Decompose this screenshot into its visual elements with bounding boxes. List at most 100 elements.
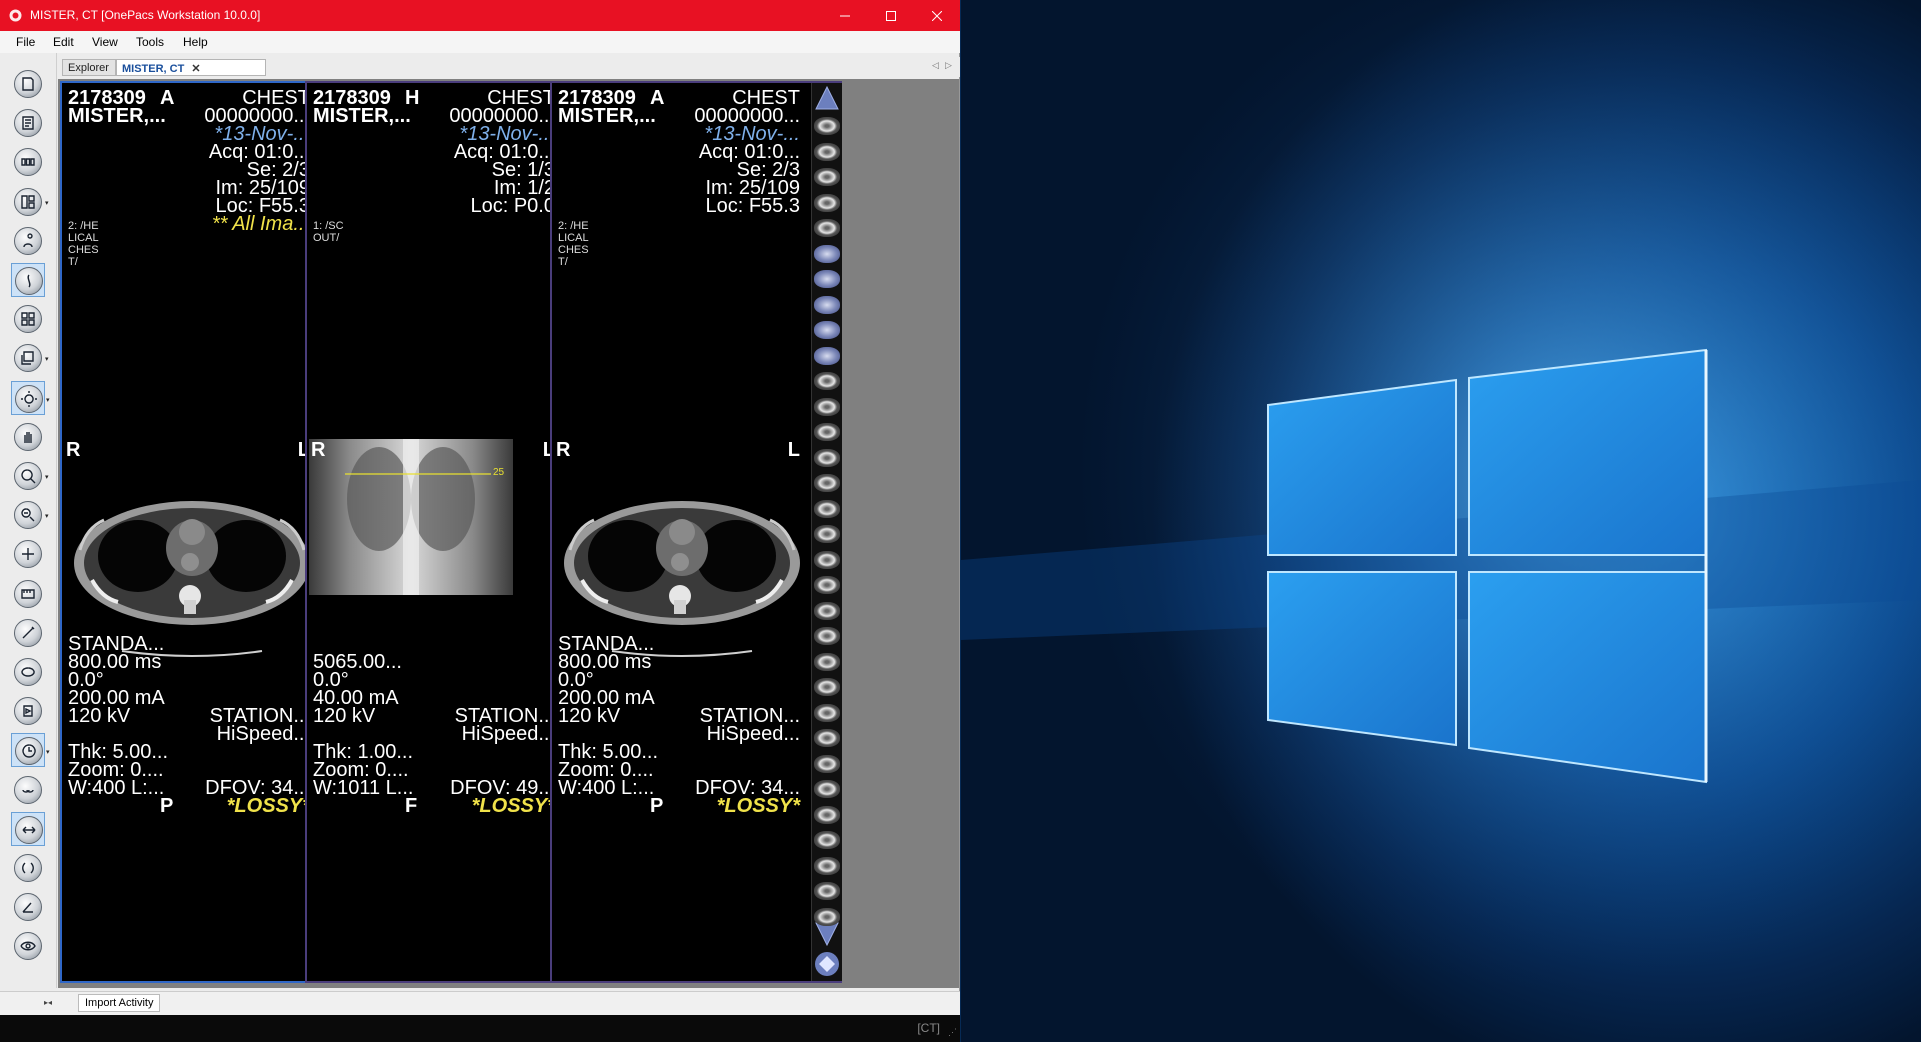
window-level-icon bbox=[27, 274, 31, 288]
slice-thumbnail[interactable] bbox=[814, 576, 840, 594]
tool-dropdown-icon[interactable]: ▾ bbox=[45, 199, 49, 207]
tool-stack-button[interactable]: ▾ bbox=[11, 341, 49, 375]
slice-thumbnail[interactable] bbox=[814, 397, 840, 416]
menu-file[interactable]: File bbox=[16, 35, 35, 49]
acquisition-parameter: 120 kV bbox=[313, 705, 376, 727]
slice-thumbnail[interactable] bbox=[814, 780, 840, 798]
tool-dropdown-icon[interactable]: ▾ bbox=[46, 748, 50, 756]
minimize-button[interactable] bbox=[822, 0, 868, 31]
slice-thumbnail[interactable] bbox=[814, 295, 840, 314]
slice-thumbnail[interactable] bbox=[814, 474, 840, 492]
orientation-bottom-marker: F bbox=[405, 795, 418, 817]
tool-dropdown-icon[interactable]: ▾ bbox=[46, 396, 50, 404]
resize-grip-icon[interactable]: ⋰ bbox=[948, 1027, 957, 1038]
maximize-button[interactable] bbox=[868, 0, 914, 31]
slice-thumbnail[interactable] bbox=[814, 423, 840, 441]
slice-thumbnail[interactable] bbox=[814, 805, 840, 824]
slice-thumbnail[interactable] bbox=[814, 525, 840, 543]
tool-eye-button[interactable] bbox=[11, 929, 45, 963]
slice-thumbnail[interactable] bbox=[814, 117, 840, 135]
slice-thumbnail[interactable] bbox=[814, 601, 840, 620]
tool-arrows-button[interactable] bbox=[11, 811, 45, 846]
slice-thumbnail[interactable] bbox=[814, 627, 840, 645]
slice-thumbnail[interactable] bbox=[814, 193, 840, 212]
tool-link-button[interactable] bbox=[11, 773, 45, 807]
viewport-3[interactable]: 2178309 A CHEST MISTER,... 00000000... *13-No… bbox=[550, 81, 842, 983]
pen-icon bbox=[22, 626, 35, 639]
slice-thumbnail[interactable] bbox=[814, 372, 840, 390]
tool-sun-button[interactable]: ▾ bbox=[11, 380, 50, 415]
tool-invert-button[interactable] bbox=[11, 851, 45, 885]
tool-layout-button[interactable] bbox=[11, 145, 45, 179]
activity-bar: ▸◂ Import Activity bbox=[0, 991, 960, 1015]
angle-icon bbox=[22, 902, 33, 913]
tool-dropdown-icon[interactable]: ▾ bbox=[45, 473, 49, 481]
window-level: W:400 L:... bbox=[68, 777, 165, 799]
slice-thumbnail[interactable] bbox=[814, 907, 840, 926]
tool-grid-button[interactable] bbox=[11, 302, 45, 336]
slice-thumbnail[interactable] bbox=[814, 831, 840, 849]
ruler-icon bbox=[21, 588, 35, 599]
tab-explorer[interactable]: Explorer bbox=[62, 59, 116, 76]
tool-window-level-button[interactable] bbox=[11, 263, 45, 297]
slice-thumbnail[interactable] bbox=[814, 219, 840, 237]
slice-thumbnail[interactable] bbox=[814, 856, 840, 875]
viewport-menu-icon[interactable] bbox=[814, 951, 840, 977]
import-activity-tab[interactable]: Import Activity bbox=[78, 994, 161, 1012]
activity-toggle-icon[interactable]: ▸◂ bbox=[44, 998, 52, 1007]
tool-cine-button[interactable] bbox=[11, 694, 45, 728]
tool-ellipse-button[interactable] bbox=[11, 655, 45, 689]
slice-thumbnail[interactable] bbox=[814, 142, 840, 161]
scroll-up-arrow-icon[interactable] bbox=[814, 85, 840, 111]
patient-name: MISTER,... bbox=[68, 105, 166, 127]
close-button[interactable] bbox=[914, 0, 960, 31]
slice-thumbnail[interactable] bbox=[814, 754, 840, 773]
menu-view[interactable]: View bbox=[92, 35, 118, 49]
import-activity-label: Import Activity bbox=[85, 997, 154, 1009]
minimize-icon bbox=[840, 15, 850, 16]
tab-close-icon[interactable]: ✕ bbox=[191, 63, 200, 75]
tool-probe-button[interactable] bbox=[11, 537, 45, 571]
tool-document-button[interactable] bbox=[11, 67, 45, 101]
slice-thumbnail[interactable] bbox=[814, 270, 840, 288]
slice-thumbnail[interactable] bbox=[814, 652, 840, 671]
tool-dropdown-icon[interactable]: ▾ bbox=[45, 512, 49, 520]
menu-edit[interactable]: Edit bbox=[53, 35, 74, 49]
scanner-model: HiSpeed... bbox=[216, 723, 310, 745]
tool-report-button[interactable] bbox=[11, 106, 45, 140]
slice-thumbnail[interactable] bbox=[814, 499, 840, 518]
tool-dropdown-icon[interactable]: ▾ bbox=[45, 355, 49, 363]
tab-scroll-right-icon[interactable]: ▷ bbox=[945, 60, 952, 71]
thumbnail-strip[interactable] bbox=[811, 83, 842, 981]
orientation-left-marker: R bbox=[311, 439, 326, 461]
slice-thumbnail[interactable] bbox=[814, 678, 840, 696]
slice-thumbnail[interactable] bbox=[814, 882, 840, 900]
slice-thumbnail[interactable] bbox=[814, 703, 840, 722]
scout-xray-image[interactable] bbox=[309, 439, 513, 595]
menu-tools[interactable]: Tools bbox=[136, 35, 164, 49]
slice-thumbnail[interactable] bbox=[814, 168, 840, 186]
tool-hanging-button[interactable]: ▾ bbox=[11, 185, 49, 219]
tool-pen-button[interactable] bbox=[11, 616, 45, 650]
tool-angle-button[interactable] bbox=[11, 890, 45, 924]
tool-magnify-button[interactable]: ▾ bbox=[11, 498, 49, 532]
menu-help[interactable]: Help bbox=[183, 35, 208, 49]
series-description-line: T/ bbox=[68, 256, 78, 268]
slice-thumbnail[interactable] bbox=[814, 321, 840, 339]
scanner-model: HiSpeed... bbox=[461, 723, 555, 745]
tool-person-button[interactable] bbox=[11, 224, 45, 258]
tool-zoom-button[interactable]: ▾ bbox=[11, 459, 49, 493]
clock-icon bbox=[22, 744, 36, 759]
tool-ruler-button[interactable] bbox=[11, 577, 45, 611]
slice-thumbnail[interactable] bbox=[814, 729, 840, 747]
windows-logo-graphic bbox=[961, 0, 1921, 1042]
tab-scroll-left-icon[interactable]: ◁ bbox=[932, 60, 939, 71]
tool-clock-button[interactable]: ▾ bbox=[11, 733, 50, 768]
slice-thumbnail[interactable] bbox=[814, 448, 840, 467]
magnify-icon bbox=[21, 508, 35, 522]
slice-thumbnail[interactable] bbox=[814, 550, 840, 569]
slice-thumbnail[interactable] bbox=[814, 346, 840, 365]
tab-study[interactable]: MISTER, CT ✕ bbox=[116, 59, 266, 76]
tool-pan-hand-button[interactable] bbox=[11, 420, 45, 454]
slice-thumbnail[interactable] bbox=[814, 244, 840, 263]
